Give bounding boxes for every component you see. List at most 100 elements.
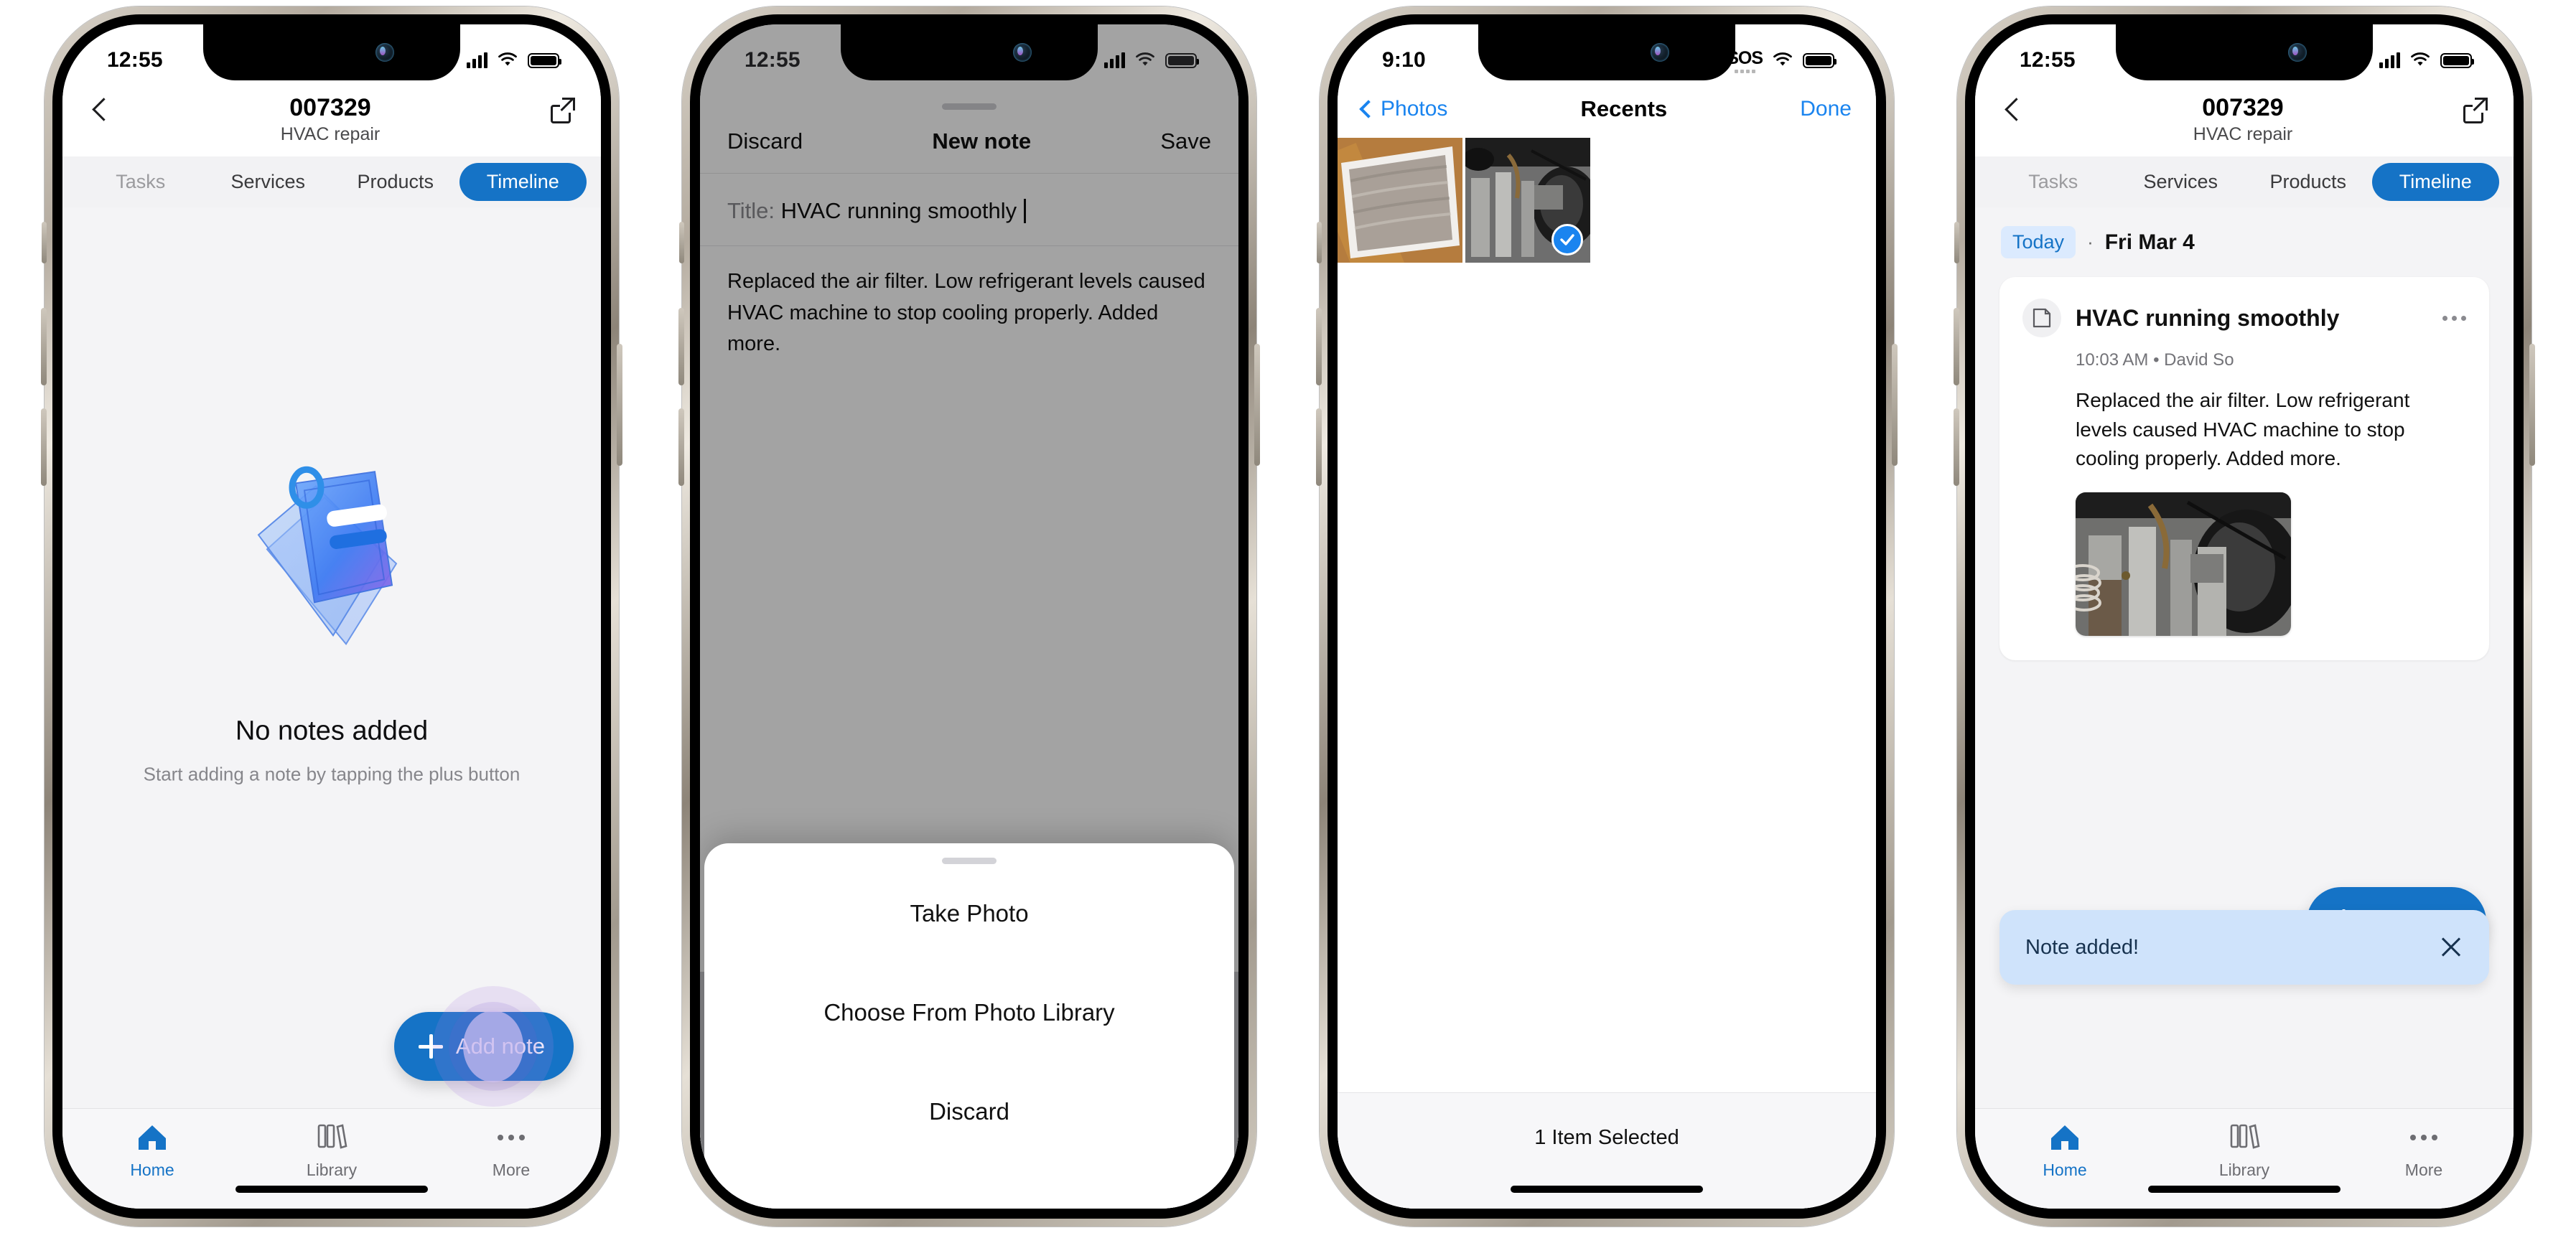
hvac-machine-photo[interactable] (2076, 492, 2291, 636)
air-filter-photo[interactable] (1338, 138, 1462, 263)
notes-stack-illustration (238, 456, 425, 672)
segmented-tabs: Tasks Services Products Timeline (1975, 156, 2514, 208)
done-button[interactable]: Done (1800, 97, 1852, 121)
signal-bars-icon (1104, 52, 1125, 68)
share-export-icon[interactable] (551, 97, 575, 123)
tab-timeline[interactable]: Timeline (459, 163, 587, 202)
tabbar-item-home[interactable]: Home (62, 1122, 242, 1180)
phone-4-timeline-with-note: 12:55 007329 HVAC repair Tasks Services … (1954, 6, 2535, 1227)
library-books-icon (2228, 1122, 2261, 1154)
photo-action-sheet: Take Photo Choose From Photo Library Dis… (704, 843, 1234, 1209)
status-bar: 12:55 (700, 24, 1238, 80)
volume-up-button[interactable] (1954, 308, 1959, 385)
mute-switch[interactable] (42, 222, 47, 263)
choose-from-library-option[interactable]: Choose From Photo Library (704, 963, 1234, 1062)
home-indicator[interactable] (1511, 1186, 1703, 1193)
page-title: 007329 (289, 94, 371, 121)
status-time: 12:55 (107, 48, 163, 72)
tab-tasks[interactable]: Tasks (1989, 163, 2117, 201)
tab-services[interactable]: Services (2117, 163, 2245, 201)
picker-title: Recents (1580, 96, 1668, 121)
volume-down-button[interactable] (678, 408, 684, 486)
tabbar-label-library: Library (306, 1161, 358, 1179)
tabbar-item-library[interactable]: Library (2155, 1122, 2334, 1180)
tabbar-item-library[interactable]: Library (242, 1122, 421, 1180)
take-photo-option[interactable]: Take Photo (704, 864, 1234, 963)
power-button[interactable] (1892, 344, 1898, 466)
battery-full-icon (1165, 52, 1199, 68)
status-time: 12:55 (745, 48, 801, 72)
note-body: Replaced the air filter. Low refrigerant… (2076, 389, 2410, 470)
ellipsis-icon[interactable] (2442, 315, 2466, 321)
page-title: 007329 (2202, 94, 2284, 121)
power-button[interactable] (617, 344, 622, 466)
today-chip: Today (2001, 226, 2076, 259)
wifi-icon (1136, 52, 1154, 66)
selection-count-label: 1 Item Selected (1534, 1126, 1679, 1149)
timeline-date-header: Today · Fri Mar 4 (1975, 207, 2514, 273)
hvac-machine-photo[interactable] (1465, 138, 1590, 263)
volume-down-button[interactable] (41, 408, 47, 486)
mute-switch[interactable] (679, 222, 684, 263)
home-icon (2050, 1124, 2080, 1151)
battery-full-icon (1803, 52, 1837, 68)
sheet-grabber[interactable] (942, 858, 997, 864)
ellipsis-icon (2410, 1135, 2437, 1140)
volume-down-button[interactable] (1954, 408, 1959, 486)
tab-tasks[interactable]: Tasks (77, 163, 205, 201)
close-icon[interactable] (2439, 935, 2463, 960)
note-card[interactable]: HVAC running smoothly 10:03 AM • David S… (1999, 277, 2489, 660)
tabbar-item-home[interactable]: Home (1975, 1122, 2155, 1180)
tab-products[interactable]: Products (332, 163, 459, 201)
tab-services[interactable]: Services (205, 163, 332, 201)
tab-timeline[interactable]: Timeline (2371, 163, 2499, 202)
tabbar-item-more[interactable]: More (2334, 1122, 2514, 1180)
photo-grid (1338, 138, 1876, 263)
nav-titles: 007329 HVAC repair (110, 93, 551, 145)
empty-title: No notes added (235, 716, 429, 746)
timeline-content: No notes added Start adding a note by ta… (62, 207, 601, 1108)
chevron-left-icon[interactable] (88, 99, 110, 121)
wifi-icon (1773, 52, 1792, 66)
share-export-icon[interactable] (2463, 97, 2488, 123)
note-card-header: HVAC running smoothly (2022, 299, 2466, 338)
plus-icon (418, 1034, 443, 1059)
meta-separator: • (2153, 350, 2160, 370)
volume-up-button[interactable] (41, 308, 47, 385)
home-indicator[interactable] (2148, 1186, 2341, 1193)
home-icon (137, 1124, 167, 1151)
power-button[interactable] (2529, 344, 2535, 466)
checkmark-icon (1551, 224, 1583, 255)
battery-full-icon (528, 52, 561, 68)
status-bar: 12:55 (1975, 24, 2514, 80)
mute-switch[interactable] (1954, 222, 1959, 263)
timeline-date: Fri Mar 4 (2104, 230, 2195, 254)
volume-down-button[interactable] (1316, 408, 1322, 486)
tabbar-label-home: Home (130, 1161, 174, 1179)
toast-message: Note added! (2025, 935, 2139, 959)
empty-state: No notes added Start adding a note by ta… (62, 456, 601, 787)
status-bar: 9:10 SOS (1338, 24, 1876, 80)
note-author: David So (2164, 350, 2234, 370)
nav-titles: 007329 HVAC repair (2022, 93, 2463, 145)
status-bar: 12:55 (62, 24, 601, 80)
mute-switch[interactable] (1317, 222, 1322, 263)
sos-indicator: SOS (1727, 48, 1763, 73)
tabbar-item-more[interactable]: More (421, 1122, 601, 1180)
home-indicator[interactable] (235, 1186, 428, 1193)
photos-back-button[interactable]: Photos (1359, 97, 1447, 121)
timeline-content: Today · Fri Mar 4 HVAC running smoothly (1975, 207, 2514, 1108)
chevron-left-icon[interactable] (2001, 99, 2022, 121)
tab-products[interactable]: Products (2244, 163, 2372, 201)
volume-up-button[interactable] (1316, 308, 1322, 385)
screenshot-stage: 12:55 007329 HVAC repair Tasks Services … (0, 0, 2576, 1233)
discard-option[interactable]: Discard (704, 1062, 1234, 1161)
tabbar-label-more: More (492, 1161, 531, 1179)
power-button[interactable] (1254, 344, 1260, 466)
chevron-left-icon (1359, 100, 1378, 118)
nav-bar: 007329 HVAC repair (62, 80, 601, 157)
battery-full-icon (2440, 52, 2474, 68)
library-books-icon (315, 1122, 348, 1154)
note-meta: 10:03 AM • David So (2076, 350, 2466, 370)
volume-up-button[interactable] (678, 308, 684, 385)
